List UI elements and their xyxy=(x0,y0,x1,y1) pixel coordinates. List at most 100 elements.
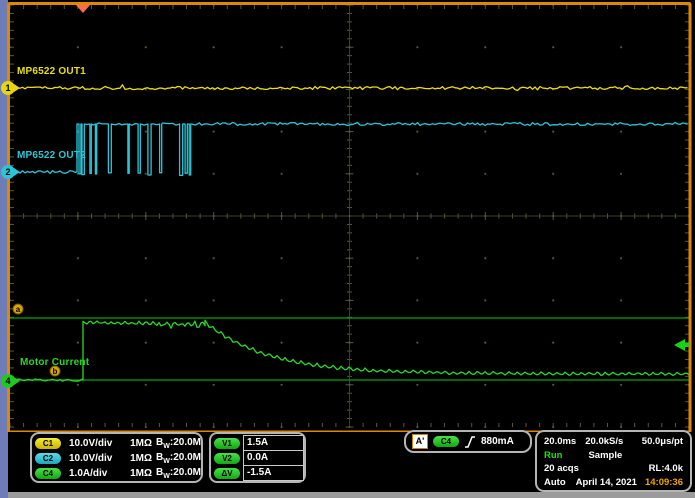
grid-dot xyxy=(484,342,486,344)
grid-dot xyxy=(145,299,147,301)
acq-mode: Sample xyxy=(588,449,622,463)
grid-dot xyxy=(552,257,554,259)
grid-dot xyxy=(281,426,283,428)
ch1-impedance: 1MΩ xyxy=(125,438,152,449)
grid-dot xyxy=(348,173,350,175)
grid-dot xyxy=(416,131,418,133)
grid-dot xyxy=(281,257,283,259)
ch1-scale: 10.0V/div xyxy=(69,438,125,449)
trigger-panel[interactable]: A' C4 880mA xyxy=(404,430,532,453)
grid-dot xyxy=(145,131,147,133)
grid-dot xyxy=(145,384,147,386)
grid-dot xyxy=(281,299,283,301)
grid-dot xyxy=(213,215,215,217)
ch2-settings-row: C2 10.0V/div 1MΩ BW:20.0M xyxy=(35,451,201,466)
delta-v-badge[interactable]: ΔV xyxy=(214,468,240,479)
grid-dot xyxy=(145,173,147,175)
grid-dot xyxy=(77,257,79,259)
grid-dot xyxy=(552,342,554,344)
ch4-badge[interactable]: C4 xyxy=(35,468,61,479)
ch2-bandwidth: BW:20.0M xyxy=(156,452,201,465)
grid-dot xyxy=(620,215,622,217)
grid-dot xyxy=(213,46,215,48)
grid-dot xyxy=(77,46,79,48)
grid-dot xyxy=(348,342,350,344)
acquisition-panel[interactable]: 20.0ms 20.0kS/s 50.0μs/pt Run Sample 20 … xyxy=(535,430,692,492)
grid-dot xyxy=(484,88,486,90)
grid-dot xyxy=(620,426,622,428)
v2-value: 0.0A xyxy=(243,450,304,466)
grid-dot xyxy=(281,342,283,344)
grid-dot xyxy=(213,342,215,344)
ch4-bandwidth: BW:20.0M xyxy=(156,467,201,480)
grid-dot xyxy=(620,46,622,48)
grid-dot xyxy=(552,46,554,48)
ch1-marker-label: 1 xyxy=(5,83,10,93)
grid-dot xyxy=(281,88,283,90)
waveform-display: 124ab xyxy=(0,0,695,432)
ch1-settings-row: C1 10.0V/div 1MΩ BW:20.0M xyxy=(35,436,201,451)
grid-dot xyxy=(484,426,486,428)
grid-dot xyxy=(484,257,486,259)
v1-badge[interactable]: V1 xyxy=(214,438,240,449)
acquisition-count: 20 acqs xyxy=(544,462,579,476)
ch2-trace-label: MP6522 OUT2 xyxy=(17,150,86,161)
grid-dot xyxy=(484,46,486,48)
grid-dot xyxy=(552,426,554,428)
run-state: Run xyxy=(544,449,562,463)
grid-dot xyxy=(552,131,554,133)
ch1-badge[interactable]: C1 xyxy=(35,438,61,449)
grid-dot xyxy=(484,173,486,175)
ch4-trace-label: Motor Current xyxy=(20,357,89,368)
oscilloscope-screen: 124ab MP6522 OUT1 MP6522 OUT2 Motor Curr… xyxy=(0,0,695,498)
cursor-a-handle-label: a xyxy=(16,305,21,314)
grid-dot xyxy=(77,342,79,344)
cursor-delta-row: ΔV -1.5A xyxy=(214,465,304,481)
grid-dot xyxy=(348,299,350,301)
grid-dot xyxy=(416,342,418,344)
grid-dot xyxy=(77,299,79,301)
grid-dot xyxy=(348,131,350,133)
ch1-bandwidth: BW:20.0M xyxy=(156,437,201,450)
ch4-settings-row: C4 1.0A/div 1MΩ BW:20.0M xyxy=(35,466,201,481)
grid-dot xyxy=(281,46,283,48)
grid-dot xyxy=(348,384,350,386)
acqs-row: 20 acqs RL:4.0k xyxy=(544,462,683,476)
datetime-row: Auto April 14, 2021 14:09:36 xyxy=(544,476,683,490)
grid-dot xyxy=(281,215,283,217)
grid-dot xyxy=(213,299,215,301)
grid-dot xyxy=(213,384,215,386)
v1-value: 1.5A xyxy=(243,435,304,451)
timebase-row: 20.0ms 20.0kS/s 50.0μs/pt xyxy=(544,435,683,449)
grid-dot xyxy=(484,384,486,386)
bottom-bezel xyxy=(8,492,695,498)
grid-dot xyxy=(552,299,554,301)
grid-dot xyxy=(620,173,622,175)
sample-rate: 20.0kS/s xyxy=(585,435,623,449)
vertical-settings-panel[interactable]: C1 10.0V/div 1MΩ BW:20.0M C2 10.0V/div 1… xyxy=(30,432,203,483)
grid-dot xyxy=(213,426,215,428)
grid-dot xyxy=(145,46,147,48)
rising-edge-icon xyxy=(464,435,476,449)
grid-dot xyxy=(416,215,418,217)
grid-dot xyxy=(77,426,79,428)
grid-dot xyxy=(145,342,147,344)
cursor-readout-panel[interactable]: V1 1.5A V2 0.0A ΔV -1.5A xyxy=(209,432,306,483)
grid-dot xyxy=(552,173,554,175)
trigger-a-badge: A' xyxy=(412,434,428,449)
grid-dot xyxy=(213,131,215,133)
date: April 14, 2021 xyxy=(576,476,637,490)
grid-dot xyxy=(552,215,554,217)
grid-dot xyxy=(348,46,350,48)
delta-v-value: -1.5A xyxy=(243,465,304,481)
grid-dot xyxy=(145,426,147,428)
time: 14:09:36 xyxy=(645,476,683,490)
trigger-source-badge[interactable]: C4 xyxy=(433,436,459,447)
ch2-badge[interactable]: C2 xyxy=(35,453,61,464)
v2-badge[interactable]: V2 xyxy=(214,453,240,464)
ch2-scale: 10.0V/div xyxy=(69,453,125,464)
grid-dot xyxy=(77,384,79,386)
run-row: Run Sample xyxy=(544,449,683,463)
grid-dot xyxy=(77,88,79,90)
trigger-level-arrow[interactable] xyxy=(674,339,685,351)
